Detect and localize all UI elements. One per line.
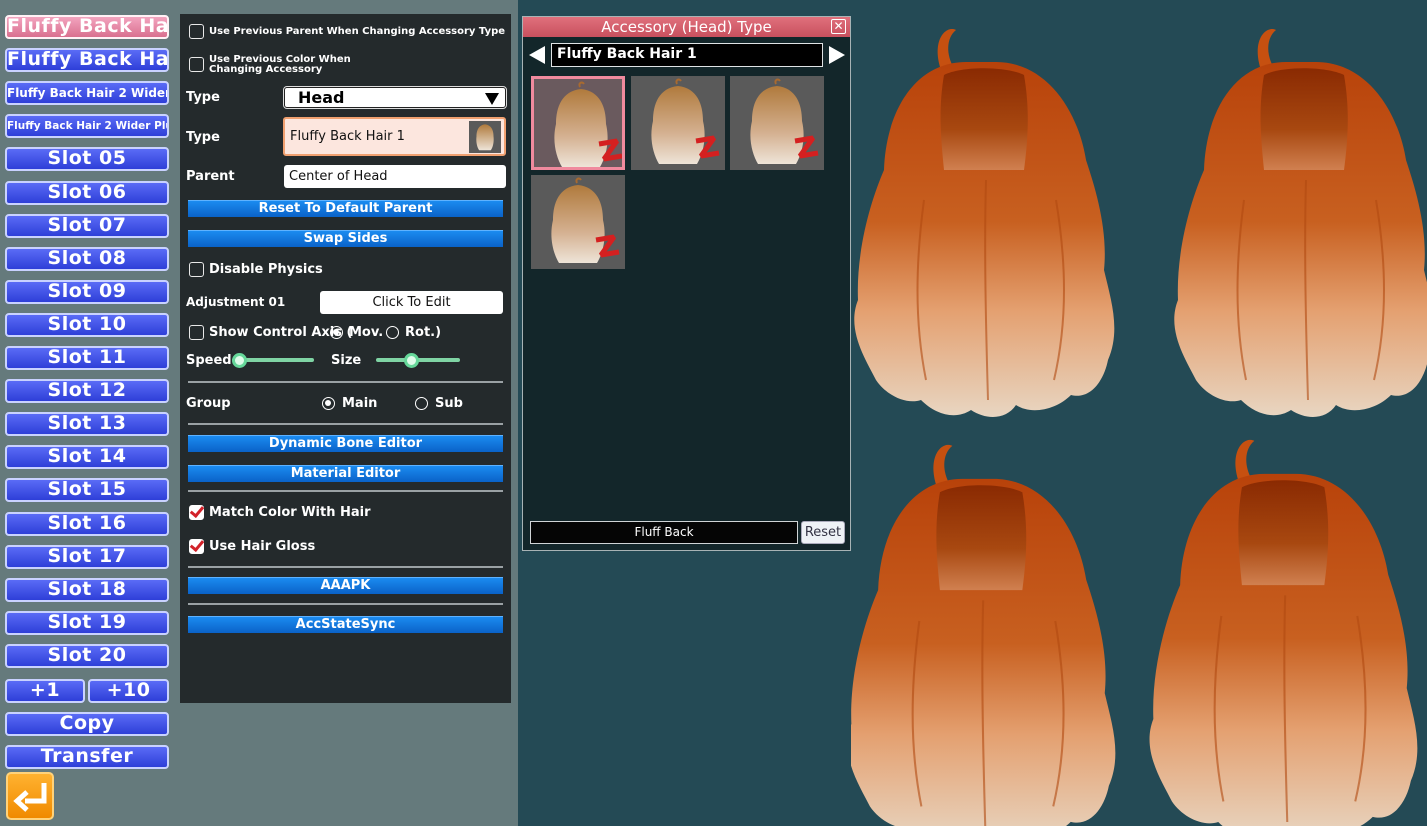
- reset-search-button[interactable]: Reset: [801, 521, 845, 544]
- add-ten-slots-button[interactable]: +10: [88, 679, 169, 703]
- use-previous-color-label: Use Previous Color When Changing Accesso…: [209, 54, 351, 75]
- next-arrow-icon[interactable]: [829, 46, 845, 64]
- slot-button-7[interactable]: Slot 07: [5, 213, 169, 238]
- accessory-thumbnail[interactable]: [630, 76, 725, 170]
- group-main-radio[interactable]: [322, 397, 335, 410]
- use-previous-color-checkbox[interactable]: [189, 57, 204, 72]
- use-previous-parent-label: Use Previous Parent When Changing Access…: [209, 26, 506, 37]
- use-previous-parent-checkbox[interactable]: [189, 24, 204, 39]
- slot-button-10[interactable]: Slot 10: [5, 312, 169, 337]
- copy-button[interactable]: Copy: [5, 712, 169, 736]
- adjustment-edit-button[interactable]: Click To Edit: [320, 291, 503, 314]
- accessory-type-selector[interactable]: Fluffy Back Hair 1: [283, 117, 506, 156]
- axis-move-radio[interactable]: [330, 326, 343, 339]
- return-arrow-icon: [13, 783, 47, 812]
- divider: [188, 381, 503, 383]
- divider: [188, 490, 503, 492]
- window-title-bar: Accessory (Head) Type ✕: [523, 17, 850, 37]
- current-accessory-name: Fluffy Back Hair 1: [551, 43, 823, 67]
- hair-thumbnail-icon: [551, 177, 620, 263]
- hair-preview-front-left: [853, 28, 1116, 418]
- slot-button-8[interactable]: Slot 08: [5, 246, 169, 271]
- slot-button-13[interactable]: Slot 13: [5, 412, 169, 437]
- size-label: Size: [331, 353, 362, 368]
- accessory-thumbnail[interactable]: [531, 76, 625, 170]
- group-sub-label: Sub: [435, 396, 463, 411]
- hair-gloss-checkbox[interactable]: [189, 539, 204, 554]
- group-main-label: Main: [342, 396, 378, 411]
- type-label: Type: [186, 90, 220, 105]
- hair-preview-front-right: [1173, 28, 1427, 418]
- group-label: Group: [186, 396, 231, 411]
- type-dropdown[interactable]: Head: [283, 86, 507, 109]
- match-color-label: Match Color With Hair: [209, 505, 371, 520]
- disable-physics-label: Disable Physics: [209, 262, 323, 277]
- accessory-settings-panel: Use Previous Parent When Changing Access…: [180, 14, 511, 703]
- slot-button-20[interactable]: Slot 20: [5, 643, 169, 668]
- slot-button-2[interactable]: Fluffy Back Hair 2: [5, 48, 169, 73]
- acc-state-sync-button[interactable]: AccStateSync: [188, 616, 503, 633]
- axis-rotate-radio[interactable]: [386, 326, 399, 339]
- parent-selector[interactable]: Center of Head: [284, 165, 506, 188]
- accessory-thumbnail[interactable]: [531, 175, 625, 269]
- axis-rotate-label: Rot.): [405, 325, 442, 340]
- slot-button-14[interactable]: Slot 14: [5, 445, 169, 470]
- slot-button-5[interactable]: Slot 05: [5, 147, 169, 172]
- disable-physics-checkbox[interactable]: [189, 262, 204, 277]
- match-color-checkbox[interactable]: [189, 505, 204, 520]
- slot-button-11[interactable]: Slot 11: [5, 346, 169, 370]
- character-viewport[interactable]: [846, 0, 1427, 826]
- slot-button-15[interactable]: Slot 15: [5, 478, 169, 503]
- hair-thumbnail-icon: [650, 78, 719, 164]
- speed-label: Speed: [186, 353, 232, 368]
- hair-preview-render: [846, 28, 1427, 826]
- hair-preview-back-left: [846, 443, 1117, 826]
- divider: [188, 423, 503, 425]
- return-button[interactable]: [6, 772, 54, 820]
- slot-button-16[interactable]: Slot 16: [5, 511, 169, 536]
- axis-move-label: Mov.: [349, 325, 384, 340]
- adjustment-label: Adjustment 01: [186, 295, 286, 309]
- slot-button-1[interactable]: Fluffy Back Hair 1: [5, 15, 169, 39]
- divider: [188, 603, 503, 605]
- group-sub-radio[interactable]: [415, 397, 428, 410]
- hair-gloss-label: Use Hair Gloss: [209, 539, 316, 554]
- slot-button-6[interactable]: Slot 06: [5, 180, 169, 205]
- close-icon[interactable]: ✕: [831, 19, 846, 34]
- parent-label: Parent: [186, 169, 235, 184]
- slot-button-12[interactable]: Slot 12: [5, 379, 169, 404]
- swap-sides-button[interactable]: Swap Sides: [188, 230, 503, 247]
- aaapk-button[interactable]: AAAPK: [188, 577, 503, 594]
- search-input[interactable]: Fluff Back: [530, 521, 798, 544]
- slot-button-4[interactable]: Fluffy Back Hair 2 Wider Plus: [5, 114, 169, 139]
- chevron-down-icon: [485, 93, 499, 105]
- add-one-slot-button[interactable]: +1: [5, 679, 85, 703]
- hair-preview-back-right: [1148, 438, 1419, 826]
- hair-thumbnail-icon: [554, 81, 622, 167]
- type-dropdown-value: Head: [298, 88, 345, 107]
- accessory-type-value: Fluffy Back Hair 1: [290, 129, 405, 144]
- window-title: Accessory (Head) Type: [601, 18, 772, 36]
- dynamic-bone-editor-button[interactable]: Dynamic Bone Editor: [188, 435, 503, 452]
- accessory-type-thumbnail: [469, 121, 501, 153]
- transfer-button[interactable]: Transfer: [5, 745, 169, 769]
- slot-button-9[interactable]: Slot 09: [5, 279, 169, 304]
- size-slider-handle[interactable]: [403, 353, 419, 368]
- slot-button-3[interactable]: Fluffy Back Hair 2 Wider: [5, 81, 169, 106]
- accessory-thumbnail[interactable]: [730, 76, 824, 170]
- accessory-type-window: Accessory (Head) Type ✕ Fluffy Back Hair…: [522, 16, 851, 551]
- show-control-axis-checkbox[interactable]: [189, 325, 204, 340]
- slot-button-19[interactable]: Slot 19: [5, 610, 169, 635]
- previous-arrow-icon[interactable]: [529, 46, 545, 64]
- hair-thumbnail-icon: [750, 78, 819, 164]
- reset-default-parent-button[interactable]: Reset To Default Parent: [188, 200, 503, 217]
- slot-button-18[interactable]: Slot 18: [5, 577, 169, 602]
- divider: [188, 566, 503, 568]
- material-editor-button[interactable]: Material Editor: [188, 465, 503, 482]
- slot-button-17[interactable]: Slot 17: [5, 544, 169, 569]
- type2-label: Type: [186, 130, 220, 145]
- speed-slider-handle[interactable]: [232, 353, 247, 368]
- hair-thumbnail-icon: [476, 124, 494, 151]
